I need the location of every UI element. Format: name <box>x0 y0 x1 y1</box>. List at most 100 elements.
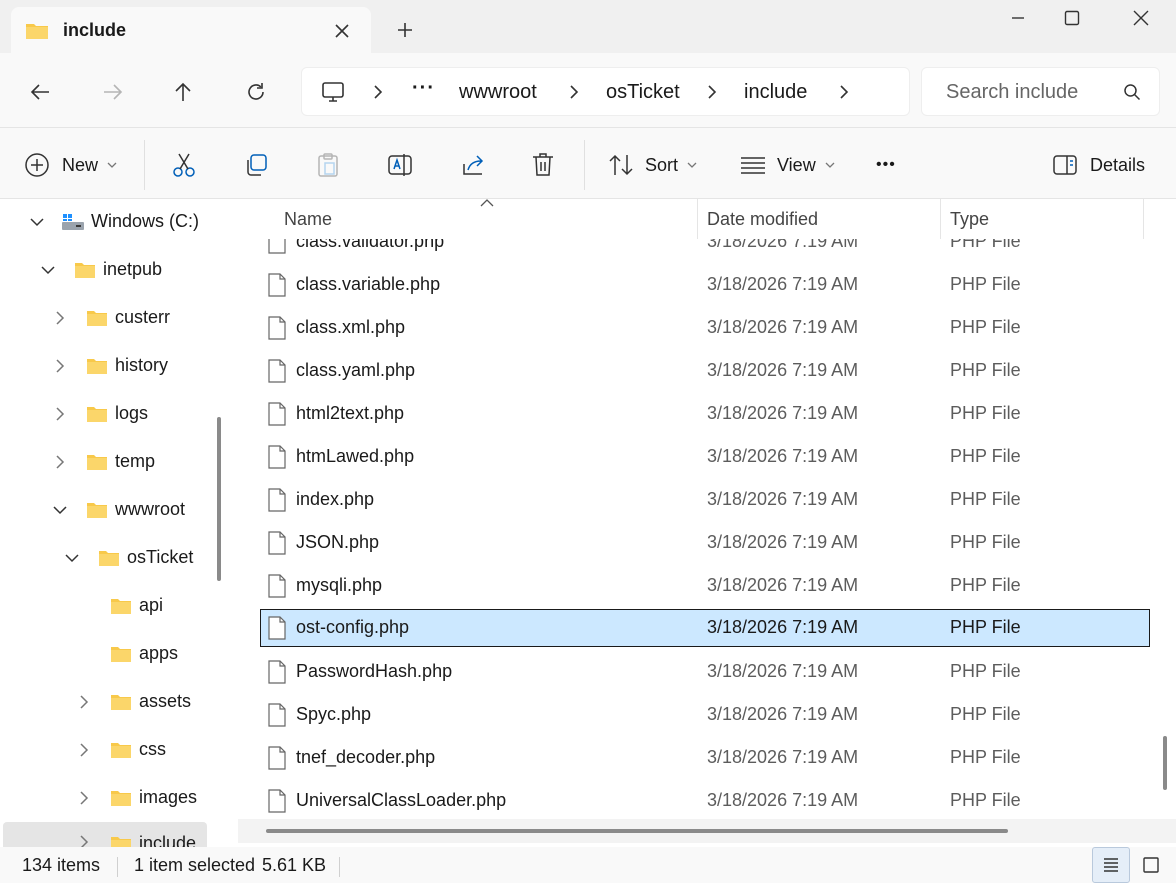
file-rows: class.validator.php 3/18/2026 7:19 AM PH… <box>238 239 1176 819</box>
chevron-down-icon[interactable] <box>52 502 68 518</box>
chevron-down-icon[interactable] <box>40 262 56 278</box>
file-row[interactable]: class.yaml.php 3/18/2026 7:19 AM PHP Fil… <box>260 352 1150 390</box>
file-type: PHP File <box>950 489 1021 509</box>
column-divider[interactable] <box>1143 199 1144 239</box>
up-button[interactable] <box>166 75 200 109</box>
tree-item-api[interactable]: api <box>0 586 208 626</box>
breadcrumb-wwwroot[interactable]: wwwroot <box>459 81 537 104</box>
breadcrumb-include[interactable]: include <box>744 81 807 104</box>
column-divider[interactable] <box>940 199 941 239</box>
chevron-right-icon[interactable] <box>836 84 852 100</box>
tab-include[interactable]: include <box>11 7 371 53</box>
file-row-selected[interactable]: ost-config.php 3/18/2026 7:19 AM PHP Fil… <box>260 609 1150 647</box>
tree-item-temp[interactable]: temp <box>0 442 208 482</box>
tree-item-label: wwwroot <box>115 499 186 519</box>
tree-item-images[interactable]: images <box>0 778 208 818</box>
file-row[interactable]: html2text.php 3/18/2026 7:19 AM PHP File <box>260 395 1150 433</box>
tree-item-label: history <box>115 355 169 375</box>
file-row[interactable]: tnef_decoder.php 3/18/2026 7:19 AM PHP F… <box>260 739 1150 777</box>
chevron-right-icon[interactable] <box>76 790 92 806</box>
file-row[interactable]: Spyc.php 3/18/2026 7:19 AM PHP File <box>260 696 1150 734</box>
divider <box>584 140 585 190</box>
file-row[interactable]: UniversalClassLoader.php 3/18/2026 7:19 … <box>260 782 1150 819</box>
paste-button[interactable] <box>316 149 340 181</box>
folder-icon <box>110 788 132 808</box>
chevron-down-icon <box>825 162 835 168</box>
file-row[interactable]: class.xml.php 3/18/2026 7:19 AM PHP File <box>260 309 1150 347</box>
chevron-right-icon[interactable] <box>566 84 582 100</box>
folder-icon <box>86 308 108 328</box>
file-row[interactable]: class.validator.php 3/18/2026 7:19 AM PH… <box>260 239 1150 261</box>
search-input[interactable]: Search include <box>946 81 1078 104</box>
folder-icon <box>110 692 132 712</box>
close-tab-icon[interactable] <box>330 19 354 43</box>
file-type: PHP File <box>950 446 1021 466</box>
maximize-button[interactable] <box>1042 0 1102 36</box>
sort-button[interactable]: Sort <box>608 149 698 181</box>
tree-item-label: temp <box>115 451 156 471</box>
view-button[interactable]: View <box>740 149 836 181</box>
tree-item-osticket[interactable]: osTicket <box>0 538 208 578</box>
tree-item-logs[interactable]: logs <box>0 394 208 434</box>
file-row[interactable]: index.php 3/18/2026 7:19 AM PHP File <box>260 481 1150 519</box>
details-button[interactable]: Details <box>1052 149 1145 181</box>
file-row[interactable]: class.variable.php 3/18/2026 7:19 AM PHP… <box>260 266 1150 304</box>
back-button[interactable] <box>23 75 57 109</box>
copy-button[interactable] <box>244 149 268 181</box>
tiles-view-button[interactable] <box>1132 847 1170 883</box>
breadcrumb-overflow[interactable]: ··· <box>412 77 435 100</box>
delete-button[interactable] <box>531 149 555 181</box>
search-box[interactable]: Search include <box>921 67 1160 116</box>
file-row[interactable]: htmLawed.php 3/18/2026 7:19 AM PHP File <box>260 438 1150 476</box>
chevron-right-icon[interactable] <box>52 454 68 470</box>
new-button[interactable]: New <box>24 149 118 181</box>
chevron-right-icon[interactable] <box>52 406 68 422</box>
vertical-scrollbar[interactable] <box>1163 736 1167 790</box>
details-view-button[interactable] <box>1092 847 1130 883</box>
file-row[interactable]: JSON.php 3/18/2026 7:19 AM PHP File <box>260 524 1150 562</box>
tree-item-css[interactable]: css <box>0 730 208 770</box>
horizontal-scrollbar[interactable] <box>266 829 1008 833</box>
more-options-button[interactable]: ••• <box>876 149 896 181</box>
tree-item-apps[interactable]: apps <box>0 634 208 674</box>
rename-button[interactable] <box>387 149 413 181</box>
chevron-right-icon[interactable] <box>52 358 68 374</box>
column-header-name[interactable]: Name <box>284 209 332 230</box>
tree-item-inetpub[interactable]: inetpub <box>0 250 208 290</box>
tree-item-label: Windows (C:) <box>91 211 200 231</box>
tree-item-custerr[interactable]: custerr <box>0 298 208 338</box>
tree-item-label: css <box>139 739 166 759</box>
chevron-down-icon[interactable] <box>64 550 80 566</box>
file-row[interactable]: PasswordHash.php 3/18/2026 7:19 AM PHP F… <box>260 653 1150 691</box>
divider <box>117 857 118 877</box>
chevron-down-icon[interactable] <box>29 214 45 230</box>
tree-item-history[interactable]: history <box>0 346 208 386</box>
file-row[interactable]: mysqli.php 3/18/2026 7:19 AM PHP File <box>260 567 1150 605</box>
plus-circle-icon <box>25 153 49 177</box>
address-bar[interactable]: ··· wwwroot osTicket include <box>301 67 910 116</box>
tree-item-assets[interactable]: assets <box>0 682 208 722</box>
column-header-date[interactable]: Date modified <box>707 209 818 230</box>
breadcrumb-osticket[interactable]: osTicket <box>606 81 680 104</box>
column-header-type[interactable]: Type <box>950 209 989 230</box>
chevron-right-icon[interactable] <box>704 84 720 100</box>
cut-button[interactable] <box>172 149 196 181</box>
minimize-button[interactable] <box>988 0 1048 36</box>
share-button[interactable] <box>460 149 486 181</box>
file-date: 3/18/2026 7:19 AM <box>707 532 859 552</box>
this-pc-icon[interactable] <box>321 81 345 103</box>
sidebar-scrollbar[interactable] <box>217 417 221 581</box>
forward-button[interactable] <box>96 75 130 109</box>
new-tab-icon[interactable] <box>393 18 417 42</box>
tree-item-wwwroot[interactable]: wwwroot <box>0 490 208 530</box>
refresh-button[interactable] <box>239 75 273 109</box>
tree-item-label: images <box>139 787 198 807</box>
column-divider[interactable] <box>697 199 698 239</box>
file-list: Name Date modified Type class.validator.… <box>238 199 1176 847</box>
chevron-right-icon[interactable] <box>370 84 386 100</box>
close-window-button[interactable] <box>1111 0 1171 36</box>
chevron-right-icon[interactable] <box>76 694 92 710</box>
chevron-right-icon[interactable] <box>52 310 68 326</box>
chevron-right-icon[interactable] <box>76 742 92 758</box>
tree-item-windows-c[interactable]: Windows (C:) <box>0 202 208 242</box>
